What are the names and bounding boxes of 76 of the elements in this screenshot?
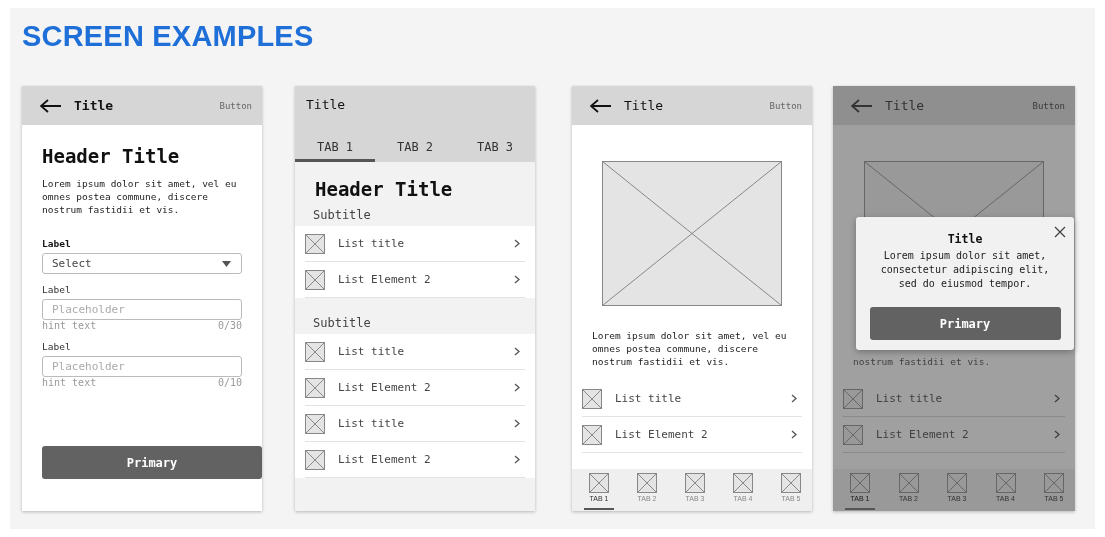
- image-placeholder-icon: [685, 473, 705, 493]
- image-placeholder-icon: [305, 413, 325, 434]
- back-arrow-icon[interactable]: [590, 98, 612, 113]
- select-value: Select: [52, 257, 92, 270]
- image-placeholder-icon: [305, 341, 325, 362]
- hint-text: hint text: [42, 377, 97, 388]
- body-text: nostrum fastidii et vis.: [852, 355, 992, 368]
- list-item-title[interactable]: List Element 2: [615, 428, 791, 441]
- body-text: Lorem ipsum dolor sit amet, vel eu omnes postea commune, discere nostrum fastidii et vis.: [591, 329, 788, 368]
- image-placeholder-icon: [843, 388, 863, 409]
- dialog-title: Title: [947, 232, 983, 246]
- chevron-right-icon: [1054, 430, 1060, 439]
- chevron-right-icon: [791, 394, 797, 403]
- list-item-title[interactable]: List Element 2: [338, 273, 514, 286]
- page-title: SCREEN EXAMPLES: [22, 20, 315, 53]
- hint-text: hint text: [42, 320, 97, 331]
- app-bar-button[interactable]: Button: [1032, 100, 1065, 111]
- text-input-field[interactable]: Placeholder: [42, 356, 242, 377]
- dialog-text: Lorem ipsum dolor sit amet, consectetur adipiscing elit, sed do eiusmod tempor.: [879, 249, 1051, 291]
- character-counter: 0/30: [217, 320, 242, 331]
- image-placeholder-icon: [305, 233, 325, 254]
- app-bar-title: Title: [624, 98, 665, 113]
- text-input-field[interactable]: Placeholder: [42, 299, 242, 320]
- image-placeholder-icon: [898, 473, 919, 493]
- header-title: Header Title: [42, 145, 181, 167]
- chevron-right-icon: [1054, 394, 1060, 403]
- field-label: Label: [42, 341, 72, 352]
- character-counter: 0/10: [217, 377, 242, 388]
- body-text: Lorem ipsum dolor sit amet, vel eu omnes postea commune, discere nostrum fastidii et vis.: [42, 177, 238, 216]
- section-subtitle: Subtitle: [312, 207, 372, 224]
- chevron-right-icon: [791, 430, 797, 439]
- image-placeholder-icon: [733, 473, 753, 493]
- select-dropdown[interactable]: Select: [42, 253, 242, 274]
- primary-button[interactable]: Primary: [42, 446, 262, 479]
- list-item-title[interactable]: List Element 2: [876, 428, 1054, 441]
- image-placeholder-icon: [850, 473, 870, 493]
- image-placeholder-icon: [305, 377, 325, 398]
- image-placeholder-icon: [305, 269, 325, 290]
- list-item-title[interactable]: List Element 2: [338, 453, 514, 466]
- section-subtitle: Subtitle: [312, 315, 372, 332]
- list-item-title[interactable]: List title: [615, 392, 791, 405]
- chevron-right-icon: [514, 239, 520, 248]
- close-icon[interactable]: [1054, 226, 1066, 238]
- chevron-right-icon: [514, 455, 520, 464]
- field-label: Label: [42, 238, 72, 249]
- field-label: Label: [42, 284, 72, 295]
- image-placeholder-icon: [637, 473, 657, 493]
- image-placeholder-icon: [305, 449, 325, 470]
- chevron-right-icon: [514, 347, 520, 356]
- app-bar-title: Title: [74, 98, 115, 113]
- list-item-title[interactable]: List title: [338, 345, 514, 358]
- image-placeholder-icon: [947, 473, 967, 493]
- dropdown-triangle-icon: [222, 260, 231, 267]
- list-item-title[interactable]: List title: [338, 417, 514, 430]
- image-placeholder-icon: [995, 473, 1016, 493]
- back-arrow-icon[interactable]: [40, 98, 62, 113]
- chevron-right-icon: [514, 419, 520, 428]
- chevron-right-icon: [514, 275, 520, 284]
- app-bar-button[interactable]: Button: [219, 100, 252, 111]
- list-item-title[interactable]: List Element 2: [338, 381, 514, 394]
- image-placeholder-icon: [589, 473, 609, 493]
- image-placeholder-icon: [843, 424, 863, 445]
- chevron-right-icon: [514, 383, 520, 392]
- image-placeholder-icon: [781, 473, 801, 493]
- image-placeholder-icon: [582, 424, 602, 445]
- list-item-title[interactable]: List title: [338, 237, 514, 250]
- app-bar-title: Title: [885, 98, 926, 113]
- list-item-title[interactable]: List title: [876, 392, 1054, 405]
- header-title: Header Title: [314, 177, 454, 200]
- tab[interactable]: TAB 2: [375, 135, 455, 162]
- primary-button[interactable]: Primary: [869, 307, 1061, 340]
- image-placeholder-icon: [1044, 473, 1064, 493]
- app-bar-title: Title: [306, 96, 347, 112]
- app-bar-button[interactable]: Button: [769, 100, 802, 111]
- tab[interactable]: TAB 3: [455, 135, 535, 162]
- image-placeholder-icon: [582, 388, 602, 409]
